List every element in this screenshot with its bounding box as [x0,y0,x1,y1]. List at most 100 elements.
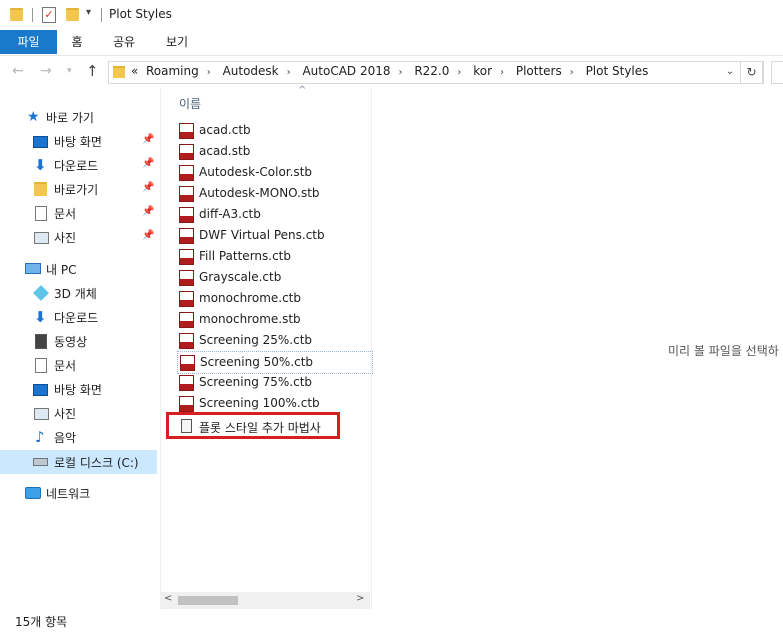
pictures-icon [34,232,49,244]
breadcrumb-autocad[interactable]: AutoCAD 2018 [302,64,390,78]
scroll-right-icon[interactable]: > [356,593,364,604]
refresh-icon[interactable]: ↻ [740,61,763,84]
breadcrumb-roaming[interactable]: Roaming [146,64,199,78]
breadcrumb-plotters[interactable]: Plotters [516,64,562,78]
file-name: diff-A3.ctb [199,207,261,221]
pin-icon[interactable]: 📌 [142,206,154,217]
column-header-name[interactable]: 이름 [179,95,201,112]
pin-icon[interactable]: 📌 [142,182,154,193]
sidebar-item-label: 바로가기 [54,183,99,197]
sidebar-item-pc-documents[interactable]: 문서 [0,354,157,376]
folder-icon [34,182,47,196]
file-item[interactable]: Screening 25%.ctb [177,330,371,351]
download-icon: ⬇ [34,308,47,326]
sidebar-item-local-disk[interactable]: 로컬 디스크 (C:) [0,450,157,474]
tab-share[interactable]: 공유 [107,30,141,54]
scroll-left-icon[interactable]: < [164,593,172,604]
breadcrumb-overflow[interactable]: « [131,64,138,78]
chevron-right-icon[interactable]: › [287,67,291,78]
ribbon-tabs: 파일 홈 공유 보기 [0,30,783,56]
properties-icon[interactable]: ✓ [42,7,56,23]
plot-style-file-icon [179,144,194,160]
sidebar-item-quick-access[interactable]: ★ 바로 가기 [0,106,157,128]
file-item[interactable]: diff-A3.ctb [177,204,371,225]
status-bar: 15개 항목 [0,610,783,633]
sidebar-item-pc-pictures[interactable]: 사진 [0,402,157,424]
sidebar-item-this-pc[interactable]: 내 PC [0,258,157,280]
folder-icon [10,8,23,21]
breadcrumb-r22[interactable]: R22.0 [414,64,449,78]
tab-file[interactable]: 파일 [0,30,57,54]
chevron-right-icon[interactable]: › [500,67,504,78]
breadcrumb-autodesk[interactable]: Autodesk [223,64,279,78]
chevron-right-icon[interactable]: › [457,67,461,78]
file-name: monochrome.stb [199,312,301,326]
network-icon [25,487,41,499]
file-item[interactable]: monochrome.stb [177,309,371,330]
plot-style-file-icon [179,165,194,181]
address-bar[interactable]: « Roaming › Autodesk › AutoCAD 2018 › R22.0… [108,61,764,84]
tab-home[interactable]: 홈 [62,30,92,54]
breadcrumb-plot-styles[interactable]: Plot Styles [586,64,649,78]
file-name: Screening 75%.ctb [199,375,313,389]
forward-icon[interactable]: → [40,63,52,79]
folder-icon [113,66,125,78]
sidebar-item-downloads[interactable]: ⬇ 다운로드 📌 [0,154,157,176]
search-input[interactable] [771,61,783,84]
file-name: acad.stb [199,144,251,158]
up-icon[interactable]: ↑ [86,62,99,80]
customize-quick-access-icon[interactable]: ▾ [86,7,91,18]
breadcrumb-kor[interactable]: kor [473,64,492,78]
sidebar-item-music[interactable]: ♪ 음악 [0,426,157,448]
sidebar-item-pc-desktop[interactable]: 바탕 화면 [0,378,157,400]
file-item[interactable]: acad.ctb [177,120,371,141]
title-bar: ✓ ▾ Plot Styles [0,0,783,30]
recent-locations-icon[interactable]: ▾ [67,66,72,76]
video-icon [35,334,47,349]
file-item[interactable]: Fill Patterns.ctb [177,246,371,267]
file-item[interactable]: Screening 100%.ctb [177,393,371,414]
file-item[interactable]: acad.stb [177,141,371,162]
file-item[interactable]: DWF Virtual Pens.ctb [177,225,371,246]
new-folder-icon[interactable] [66,8,79,21]
plot-style-file-icon [179,270,194,286]
sidebar-item-label: 로컬 디스크 (C:) [54,456,139,470]
sidebar-item-pictures[interactable]: 사진 📌 [0,226,157,248]
desktop-icon [33,136,48,148]
breadcrumb: « Roaming › Autodesk › AutoCAD 2018 › R22.0… [131,64,648,78]
pin-icon[interactable]: 📌 [142,158,154,169]
sidebar-item-desktop[interactable]: 바탕 화면 📌 [0,130,157,152]
sidebar-item-label: 사진 [54,231,77,245]
file-item[interactable]: Screening 50%.ctb [177,351,373,374]
scrollbar-thumb[interactable] [178,596,238,605]
chevron-right-icon[interactable]: › [207,67,211,78]
sidebar-item-3d-objects[interactable]: 3D 개체 [0,282,157,304]
file-list: ^ 이름 acad.ctb acad.stb Autodesk-Color.stb A… [160,85,373,610]
sidebar-item-label: 음악 [54,431,77,445]
address-dropdown-icon[interactable]: ⌄ [722,62,738,82]
horizontal-scrollbar[interactable]: < > [160,592,370,609]
file-item[interactable]: Screening 75%.ctb [177,372,371,393]
file-item[interactable]: Autodesk-Color.stb [177,162,371,183]
plot-style-file-icon [180,355,195,371]
file-item[interactable]: monochrome.ctb [177,288,371,309]
highlight-box [166,412,340,439]
sidebar-item-videos[interactable]: 동영상 [0,330,157,352]
sidebar-item-shortcuts[interactable]: 바로가기 📌 [0,178,157,200]
file-name: Grayscale.ctb [199,270,282,284]
navigation-pane: ★ 바로 가기 바탕 화면 📌 ⬇ 다운로드 📌 바로가기 📌 문서 📌 사진 … [0,98,160,588]
file-name: Fill Patterns.ctb [199,249,292,263]
pin-icon[interactable]: 📌 [142,134,154,145]
sidebar-item-documents[interactable]: 문서 📌 [0,202,157,224]
chevron-right-icon[interactable]: › [570,67,574,78]
chevron-right-icon[interactable]: › [399,67,403,78]
window-title: Plot Styles [109,7,172,21]
file-item[interactable]: Grayscale.ctb [177,267,371,288]
pin-icon[interactable]: 📌 [142,230,154,241]
sidebar-item-label: 문서 [54,359,77,373]
file-item[interactable]: Autodesk-MONO.stb [177,183,371,204]
sidebar-item-network[interactable]: 네트워크 [0,482,157,504]
tab-view[interactable]: 보기 [160,30,194,54]
sidebar-item-pc-downloads[interactable]: ⬇ 다운로드 [0,306,157,328]
back-icon[interactable]: ← [12,63,24,79]
